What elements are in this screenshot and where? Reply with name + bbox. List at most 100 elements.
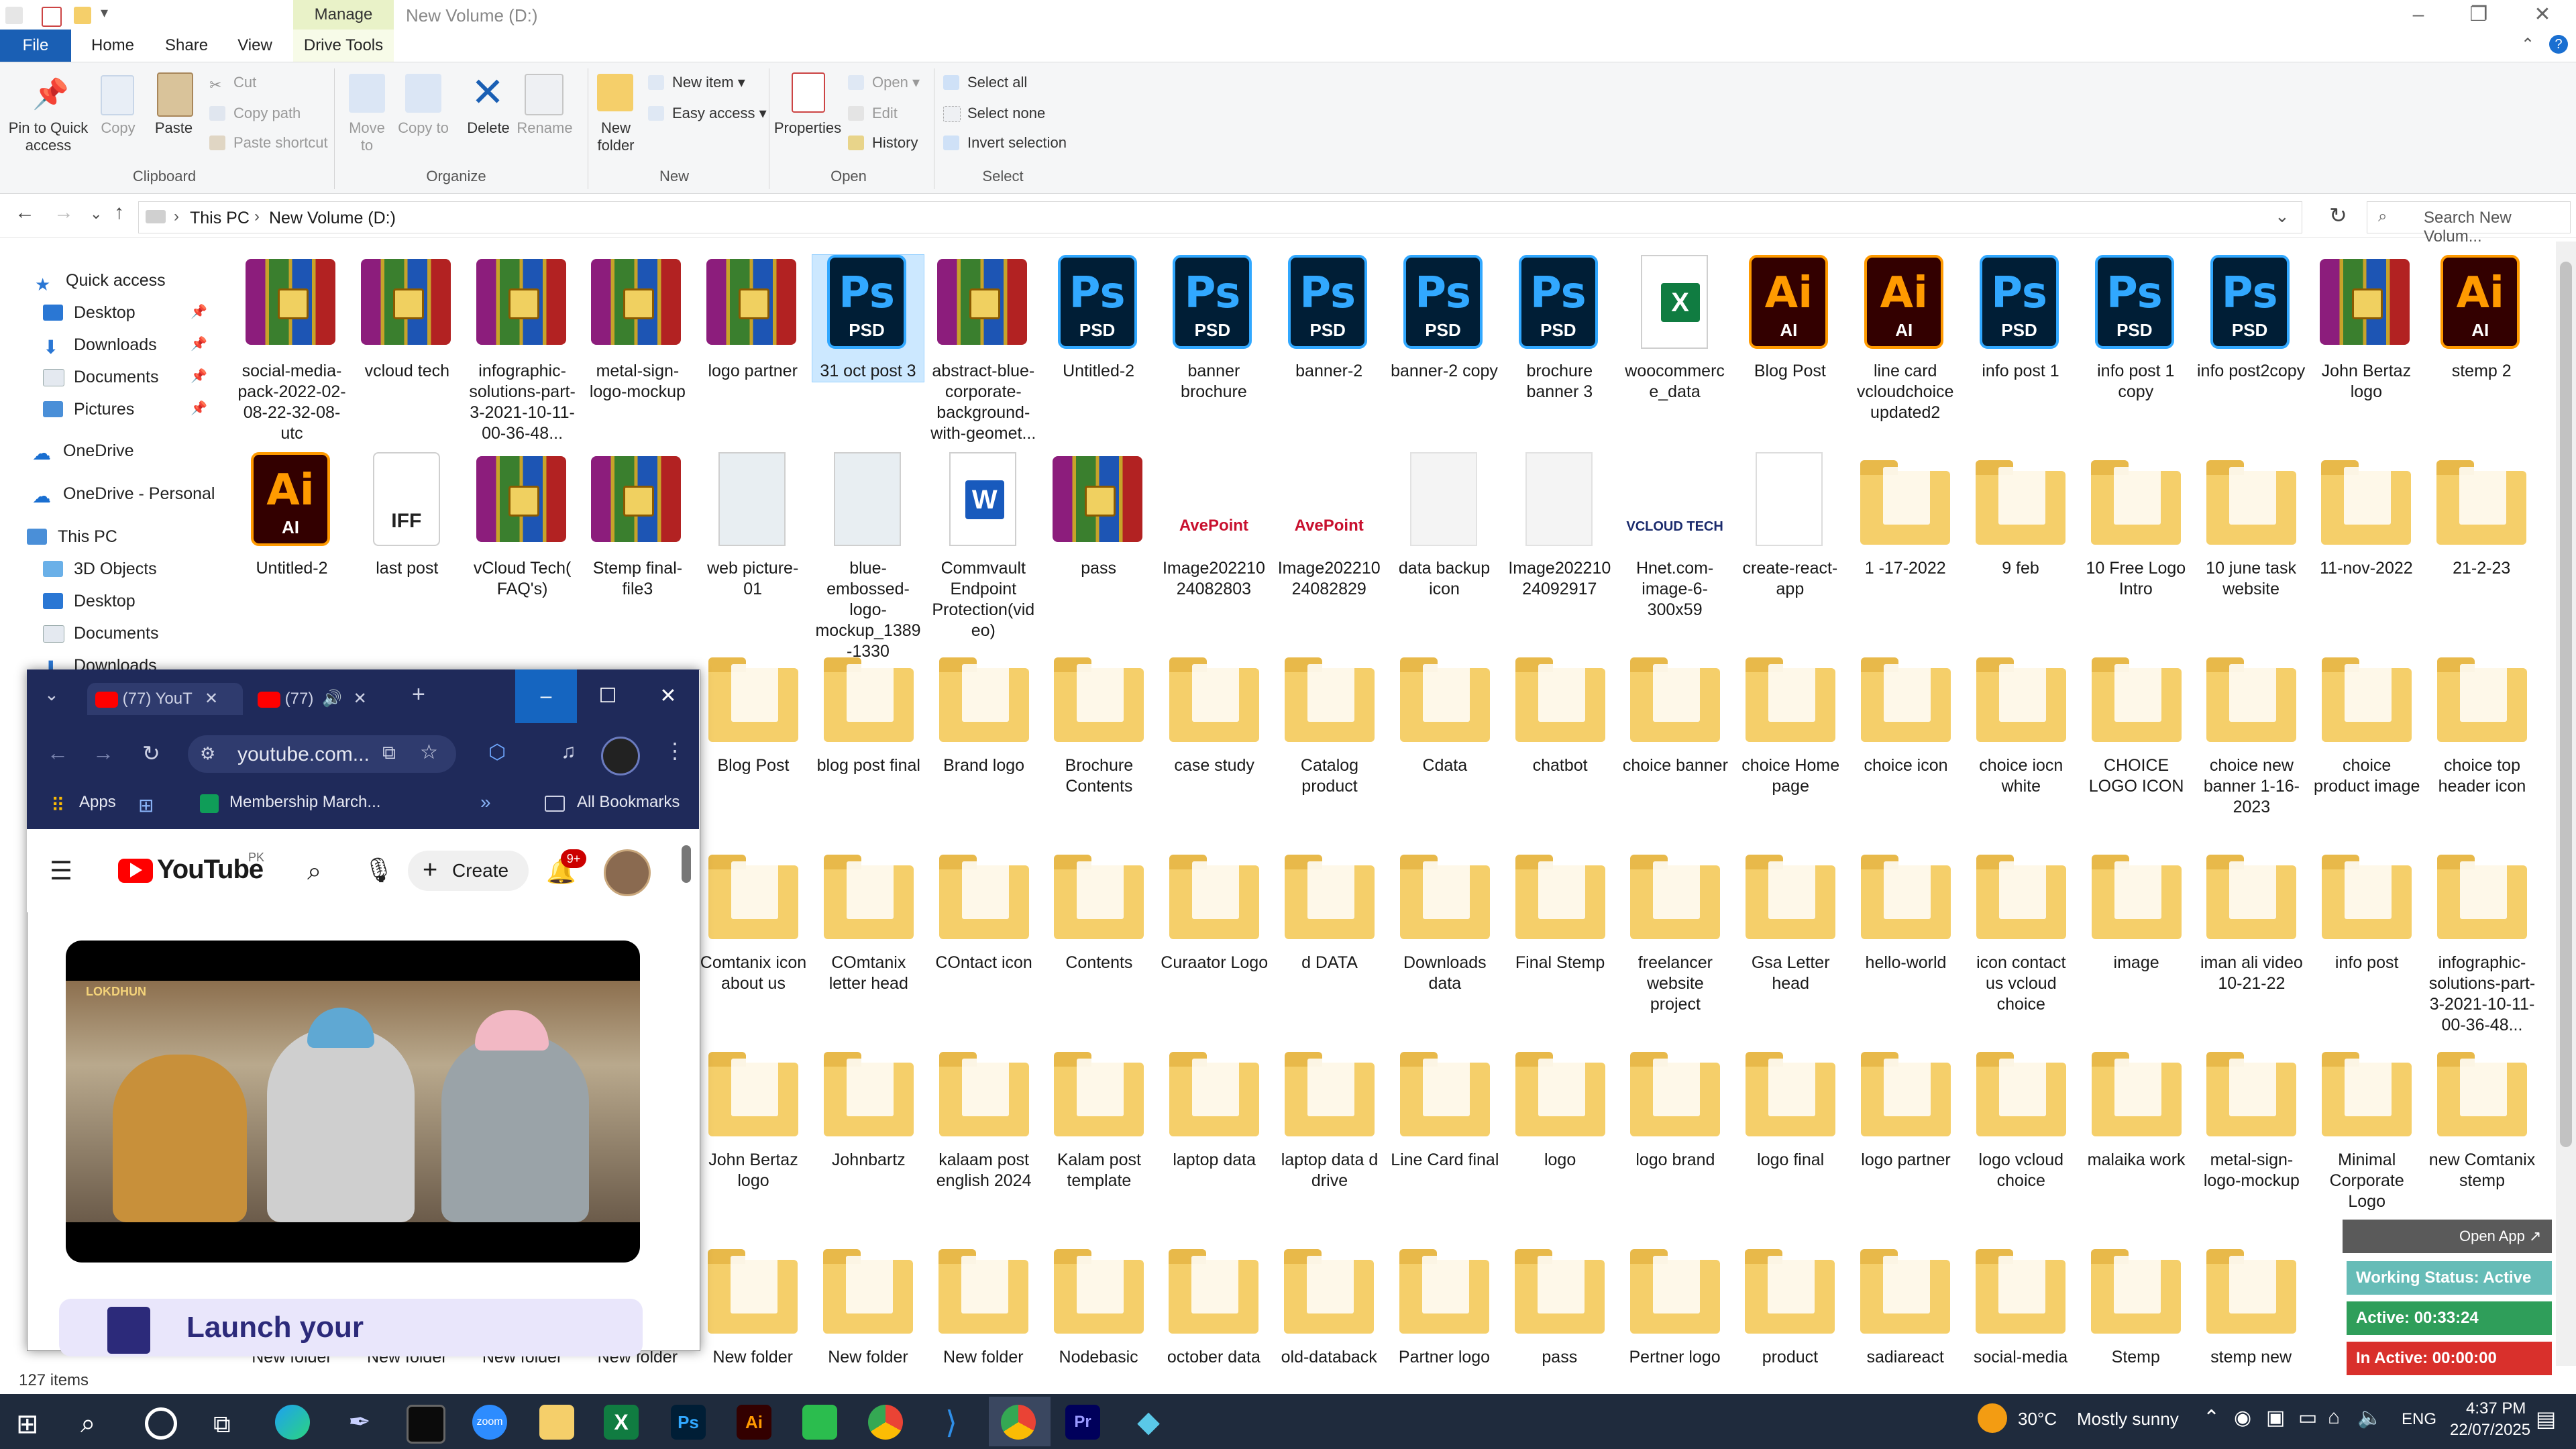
file-item[interactable]: choice iocn white: [1966, 649, 2077, 797]
file-item[interactable]: New folder: [928, 1241, 1039, 1368]
file-item[interactable]: Ps PSD banner brochure: [1158, 255, 1269, 402]
file-item[interactable]: Blog Post: [698, 649, 809, 776]
file-item[interactable]: choice Home page: [1735, 649, 1846, 797]
extensions-icon[interactable]: ⬡: [488, 741, 506, 764]
file-item[interactable]: Cdata: [1389, 649, 1501, 776]
address-dropdown-icon[interactable]: ⌄: [2275, 206, 2290, 227]
file-item[interactable]: Ai AI Blog Post: [1734, 255, 1845, 382]
forward-arrow-icon[interactable]: →: [54, 201, 74, 224]
clock-time[interactable]: 4:37 PM: [2466, 1399, 2526, 1418]
open-button[interactable]: Open ▾: [848, 72, 920, 93]
move-to-button[interactable]: Move to: [341, 119, 393, 154]
file-item[interactable]: John Bertaz logo: [698, 1044, 809, 1191]
file-item[interactable]: vCloud Tech( FAQ's): [467, 452, 578, 600]
volume-icon[interactable]: 🔈: [2357, 1406, 2382, 1430]
file-item[interactable]: COmtanix letter head: [813, 847, 924, 994]
file-item[interactable]: metal-sign-logo-mockup: [2196, 1044, 2307, 1191]
file-item[interactable]: blog post final: [813, 649, 924, 776]
file-item[interactable]: 10 june task website: [2196, 452, 2307, 600]
file-item[interactable]: New folder: [812, 1241, 924, 1368]
nav-downloads[interactable]: ⬇ Downloads: [43, 330, 157, 360]
file-item[interactable]: Minimal Corporate Logo: [2311, 1044, 2422, 1212]
photoshop-icon[interactable]: Ps: [671, 1405, 706, 1440]
tab-view[interactable]: View: [236, 30, 274, 62]
zoom-icon[interactable]: zoom: [472, 1405, 507, 1440]
history-button[interactable]: History: [848, 133, 918, 153]
tab-file[interactable]: File: [0, 30, 71, 62]
tab-home[interactable]: Home: [91, 30, 134, 64]
file-item[interactable]: logo partner: [697, 255, 808, 382]
file-item[interactable]: Ai AI Untitled-2: [236, 452, 347, 579]
file-item[interactable]: CHOICE LOGO ICON: [2081, 649, 2192, 797]
tray-camera-icon[interactable]: ▣: [2266, 1406, 2285, 1430]
tab-search-icon[interactable]: ⌄: [44, 684, 59, 705]
search-box[interactable]: ⌕ Search New Volum...: [2367, 201, 2571, 246]
new-folder-button[interactable]: New folder: [589, 119, 643, 154]
more-bookmarks-icon[interactable]: »: [480, 792, 491, 813]
file-item[interactable]: Line Card final: [1389, 1044, 1501, 1171]
windows-start-icon[interactable]: ⊞: [16, 1409, 39, 1440]
chrome-profile-icon[interactable]: [1001, 1405, 1036, 1440]
file-item[interactable]: Stemp final-file3: [582, 452, 693, 600]
vscode-icon[interactable]: ⟩: [934, 1405, 969, 1440]
vertical-scrollbar[interactable]: [2556, 241, 2576, 1366]
bookmark-apps[interactable]: Apps: [79, 793, 116, 812]
new-tab-button[interactable]: +: [412, 682, 425, 708]
file-item[interactable]: Ps PSD brochure banner 3: [1504, 255, 1615, 402]
file-item[interactable]: kalaam post english 2024: [928, 1044, 1040, 1191]
chrome-minimize-button[interactable]: –: [515, 669, 577, 723]
video-player[interactable]: LOKDHUN: [66, 941, 640, 1263]
file-item[interactable]: pass: [1504, 1241, 1615, 1368]
file-item[interactable]: Nodebasic: [1043, 1241, 1155, 1368]
file-item[interactable]: product: [1734, 1241, 1845, 1368]
file-item[interactable]: hello-world: [1850, 847, 1962, 973]
file-item[interactable]: social-media-pack-2022-02-08-22-32-08-ut…: [236, 255, 347, 444]
bookmark-all[interactable]: All Bookmarks: [577, 793, 680, 812]
file-item[interactable]: Curaator Logo: [1159, 847, 1270, 973]
weather-sun-icon[interactable]: [1978, 1403, 2007, 1433]
file-item[interactable]: create-react-app: [1734, 452, 1845, 600]
youtube-search-icon[interactable]: ⌕: [307, 857, 321, 886]
file-item[interactable]: logo: [1505, 1044, 1616, 1171]
nav-3d-objects[interactable]: 3D Objects: [43, 554, 157, 584]
address-bar[interactable]: › This PC › New Volume (D:) ⌄: [138, 201, 2302, 233]
file-item[interactable]: New folder: [697, 1241, 808, 1368]
file-item[interactable]: choice icon: [1850, 649, 1962, 776]
file-item[interactable]: choice top header icon: [2426, 649, 2538, 797]
file-explorer-icon[interactable]: [539, 1405, 574, 1440]
file-item[interactable]: Gsa Letter head: [1735, 847, 1846, 994]
file-item[interactable]: october data: [1158, 1241, 1269, 1368]
chrome-tab-2[interactable]: (77) 🔊 ✕: [252, 683, 398, 715]
install-app-icon[interactable]: ⧉: [382, 742, 396, 764]
weather-text[interactable]: Mostly sunny: [2077, 1409, 2179, 1430]
file-item[interactable]: logo partner: [1850, 1044, 1962, 1171]
chrome-back-icon[interactable]: ←: [47, 741, 68, 765]
help-icon[interactable]: ?: [2549, 35, 2568, 54]
new-item-button[interactable]: New item ▾: [648, 72, 745, 93]
hamburger-menu-icon[interactable]: ☰: [50, 856, 72, 886]
nav-onedrive-personal[interactable]: ☁ OneDrive - Personal: [32, 479, 215, 508]
file-item[interactable]: Partner logo: [1389, 1241, 1500, 1368]
file-item[interactable]: Xwoocommerce_data: [1619, 255, 1731, 402]
file-item[interactable]: Final Stemp: [1505, 847, 1616, 973]
nav-pc-desktop[interactable]: Desktop: [43, 586, 136, 616]
file-item[interactable]: Johnbartz: [813, 1044, 924, 1171]
file-item[interactable]: VCLOUD TECH Hnet.com-image-6-300x59: [1619, 452, 1731, 621]
file-item[interactable]: logo brand: [1619, 1044, 1731, 1171]
chrome-omnibox[interactable]: ⚙ youtube.com... ⧉ ☆: [188, 735, 456, 773]
nav-quick-access[interactable]: ★ Quick access: [35, 266, 166, 295]
file-item[interactable]: 21-2-23: [2426, 452, 2537, 579]
pin-icon[interactable]: 📌: [191, 335, 207, 352]
explorer-app-icon[interactable]: [5, 7, 23, 24]
open-app-link[interactable]: Open App ↗: [2459, 1228, 2541, 1245]
breadcrumb-this-pc[interactable]: This PC: [190, 209, 250, 228]
file-item[interactable]: old-databack: [1273, 1241, 1385, 1368]
pin-icon[interactable]: 📌: [191, 400, 207, 417]
paste-shortcut-button[interactable]: Paste shortcut: [209, 133, 328, 153]
nav-desktop[interactable]: Desktop: [43, 298, 136, 327]
tab-share[interactable]: Share: [165, 30, 208, 62]
file-item[interactable]: freelancer website project: [1619, 847, 1731, 1015]
nav-onedrive[interactable]: ☁ OneDrive: [32, 436, 134, 466]
create-button[interactable]: + Create: [408, 851, 529, 891]
file-item[interactable]: Brand logo: [928, 649, 1040, 776]
